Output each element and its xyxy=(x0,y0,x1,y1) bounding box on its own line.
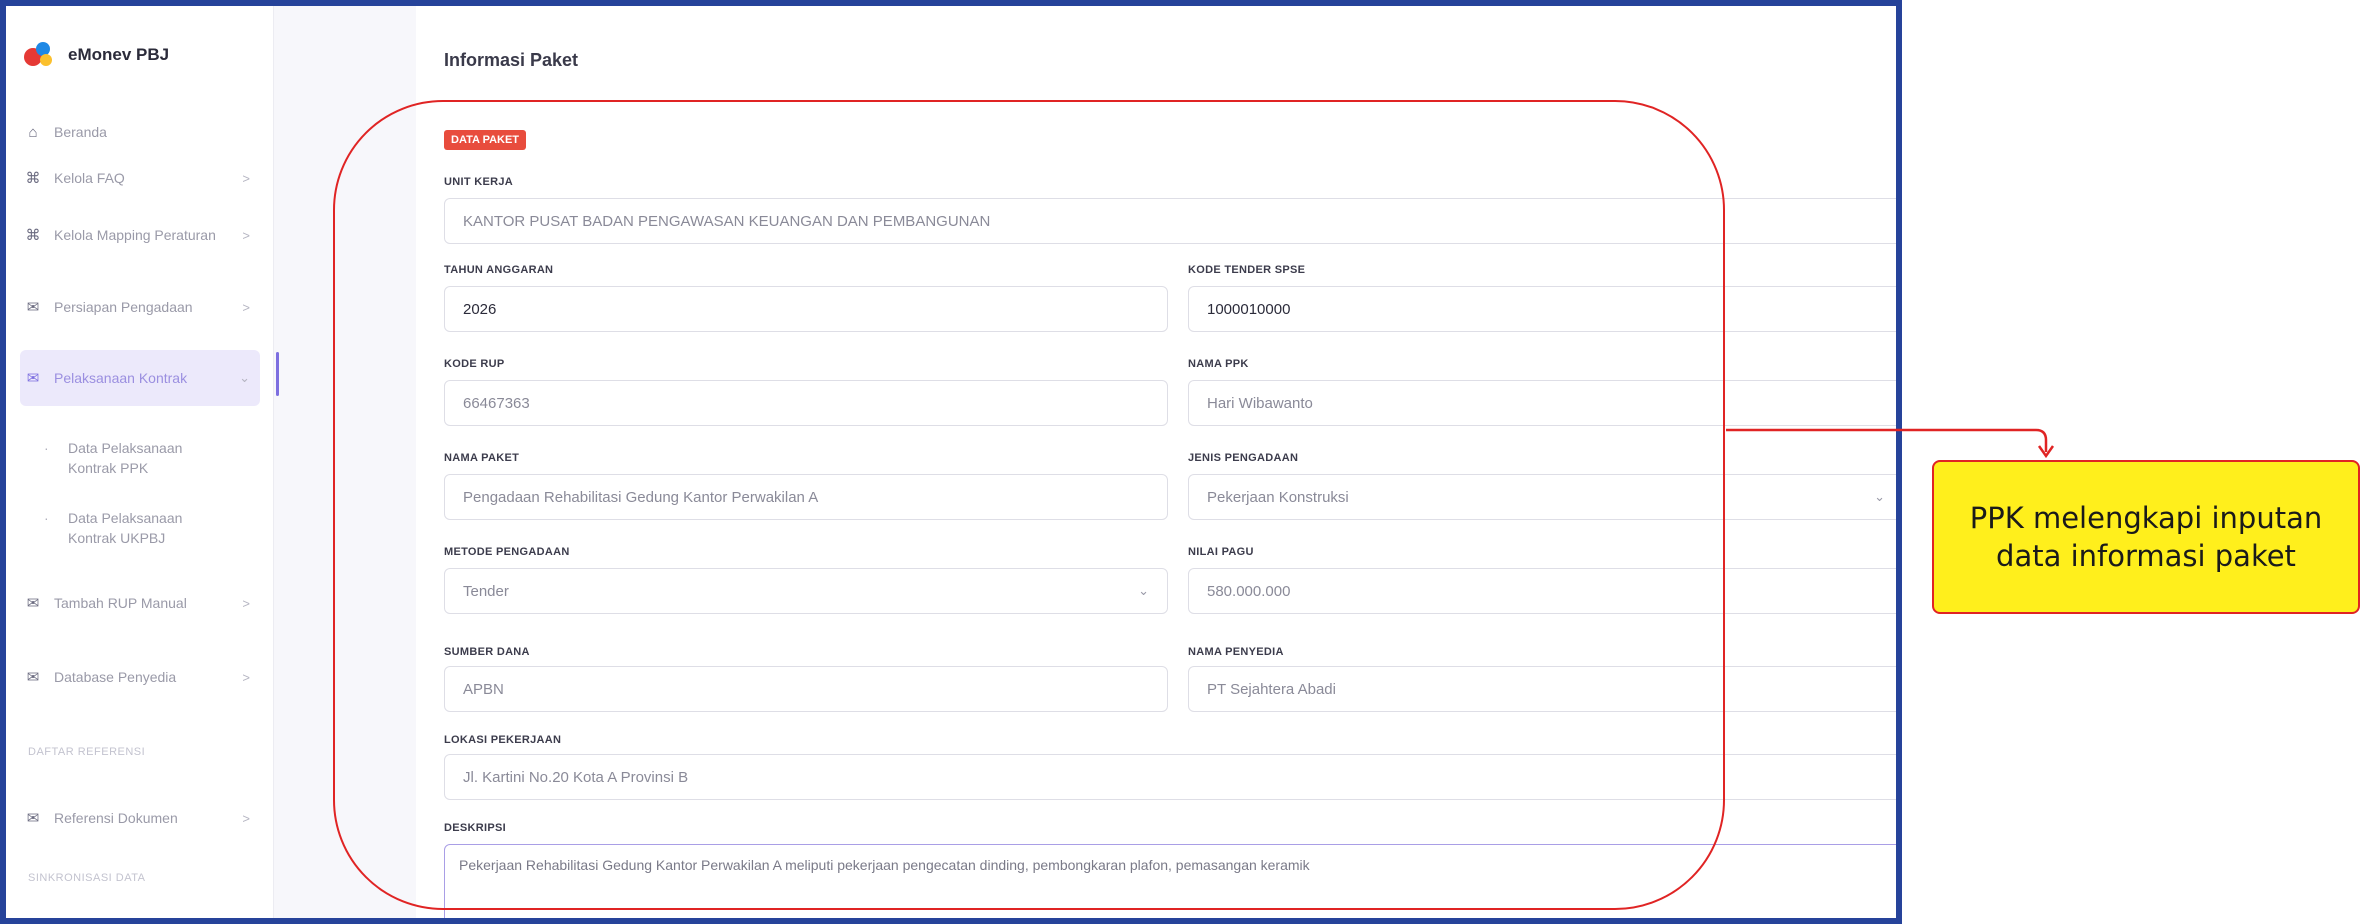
tahun-anggaran-label: TAHUN ANGGARAN xyxy=(444,264,554,276)
chevron-right-icon: > xyxy=(242,810,250,826)
nama-paket-label: NAMA PAKET xyxy=(444,452,520,464)
logo-icon xyxy=(24,42,58,68)
kode-tender-label: KODE TENDER SPSE xyxy=(1188,264,1306,276)
nama-ppk-label: NAMA PPK xyxy=(1188,358,1249,370)
chevron-right-icon: > xyxy=(242,595,250,611)
nama-ppk-field[interactable]: Hari Wibawanto xyxy=(1188,380,1896,426)
chevron-right-icon: > xyxy=(242,170,250,186)
mail-icon: ✉ xyxy=(26,810,40,827)
jenis-pengadaan-value: Pekerjaan Konstruksi xyxy=(1207,488,1349,506)
command-icon: ⌘ xyxy=(25,170,41,187)
jenis-pengadaan-select[interactable]: Pekerjaan Konstruksi ⌄ xyxy=(1188,474,1896,520)
metode-pengadaan-label: METODE PENGADAAN xyxy=(444,546,570,558)
section-label-daftar-referensi: DAFTAR REFERENSI xyxy=(28,746,146,758)
chevron-right-icon: > xyxy=(242,669,250,685)
mail-icon: ✉ xyxy=(26,370,40,387)
sidebar-item-tambah-rup-manual[interactable]: ✉ Tambah RUP Manual > xyxy=(20,580,260,626)
app-name: eMonev PBJ xyxy=(68,45,170,64)
mail-icon: ✉ xyxy=(26,595,40,612)
sidebar-item-beranda[interactable]: ⌂ Beranda xyxy=(20,118,260,146)
sidebar-item-kelola-mapping[interactable]: ⌘ Kelola Mapping Peraturan > xyxy=(20,212,260,258)
chevron-down-icon: ⌄ xyxy=(1874,489,1885,504)
sidebar: eMonev PBJ ⌂ Beranda ⌘ Kelola FAQ > ⌘ Ke… xyxy=(6,6,274,918)
chevron-right-icon: > xyxy=(242,299,250,315)
app-window: eMonev PBJ ⌂ Beranda ⌘ Kelola FAQ > ⌘ Ke… xyxy=(0,0,1902,924)
lokasi-pekerjaan-label: LOKASI PEKERJAAN xyxy=(444,734,562,746)
sidebar-item-pelaksanaan-kontrak[interactable]: ✉ Pelaksanaan Kontrak ⌄ xyxy=(20,350,260,406)
unit-kerja-field[interactable]: KANTOR PUSAT BADAN PENGAWASAN KEUANGAN D… xyxy=(444,198,1896,244)
mail-icon: ✉ xyxy=(26,669,40,686)
sidebar-item-kelola-faq[interactable]: ⌘ Kelola FAQ > xyxy=(20,164,260,192)
nilai-pagu-field[interactable]: 580.000.000 xyxy=(1188,568,1896,614)
nama-paket-field[interactable]: Pengadaan Rehabilitasi Gedung Kantor Per… xyxy=(444,474,1168,520)
metode-pengadaan-value: Tender xyxy=(463,582,509,600)
sidebar-item-referensi-dokumen[interactable]: ✉ Referensi Dokumen > xyxy=(20,804,260,832)
data-paket-badge: DATA PAKET xyxy=(444,130,527,150)
nama-penyedia-label: NAMA PENYEDIA xyxy=(1188,646,1284,658)
chevron-down-icon: ⌄ xyxy=(1138,583,1149,598)
callout-line-2: data informasi paket xyxy=(1996,539,2296,573)
sumber-dana-label: SUMBER DANA xyxy=(444,646,530,658)
sidebar-item-database-penyedia[interactable]: ✉ Database Penyedia > xyxy=(20,654,260,700)
deskripsi-label: DESKRIPSI xyxy=(444,822,506,834)
jenis-pengadaan-label: JENIS PENGADAAN xyxy=(1188,452,1299,464)
annotated-screenshot: eMonev PBJ ⌂ Beranda ⌘ Kelola FAQ > ⌘ Ke… xyxy=(0,0,2379,924)
page-title: Informasi Paket xyxy=(444,50,579,70)
lokasi-pekerjaan-field[interactable]: Jl. Kartini No.20 Kota A Provinsi B xyxy=(444,754,1896,800)
sidebar-subitem-data-kontrak-ukpbj[interactable]: · Data Pelaksanaan Kontrak UKPBJ xyxy=(44,508,244,548)
kode-rup-field[interactable]: 66467363 xyxy=(444,380,1168,426)
deskripsi-textarea[interactable]: Pekerjaan Rehabilitasi Gedung Kantor Per… xyxy=(444,844,1896,918)
kode-rup-label: KODE RUP xyxy=(444,358,505,370)
annotation-callout: PPK melengkapi inputan data informasi pa… xyxy=(1932,460,2360,614)
mail-icon: ✉ xyxy=(26,299,40,316)
section-label-sinkronisasi-data: SINKRONISASI DATA xyxy=(28,872,146,884)
sidebar-subitem-data-kontrak-ppk[interactable]: · Data Pelaksanaan Kontrak PPK xyxy=(44,438,244,478)
tahun-anggaran-field[interactable]: 2026 xyxy=(444,286,1168,332)
unit-kerja-label: UNIT KERJA xyxy=(444,176,514,188)
chevron-right-icon: > xyxy=(242,227,250,243)
command-icon: ⌘ xyxy=(25,227,41,244)
nilai-pagu-label: NILAI PAGU xyxy=(1188,546,1254,558)
callout-line-1: PPK melengkapi inputan xyxy=(1969,501,2323,535)
metode-pengadaan-select[interactable]: Tender ⌄ xyxy=(444,568,1168,614)
home-icon: ⌂ xyxy=(28,123,38,141)
kode-tender-field[interactable]: 1000010000 xyxy=(1188,286,1896,332)
active-indicator xyxy=(276,352,279,396)
chevron-down-icon: ⌄ xyxy=(239,370,250,385)
sumber-dana-field[interactable]: APBN xyxy=(444,666,1168,712)
main-content: Informasi Paket DATA PAKET UNIT KERJA KA… xyxy=(416,6,1896,918)
nama-penyedia-field[interactable]: PT Sejahtera Abadi xyxy=(1188,666,1896,712)
app-logo[interactable]: eMonev PBJ xyxy=(24,42,169,68)
sidebar-item-persiapan-pengadaan[interactable]: ✉ Persiapan Pengadaan > xyxy=(20,284,260,330)
